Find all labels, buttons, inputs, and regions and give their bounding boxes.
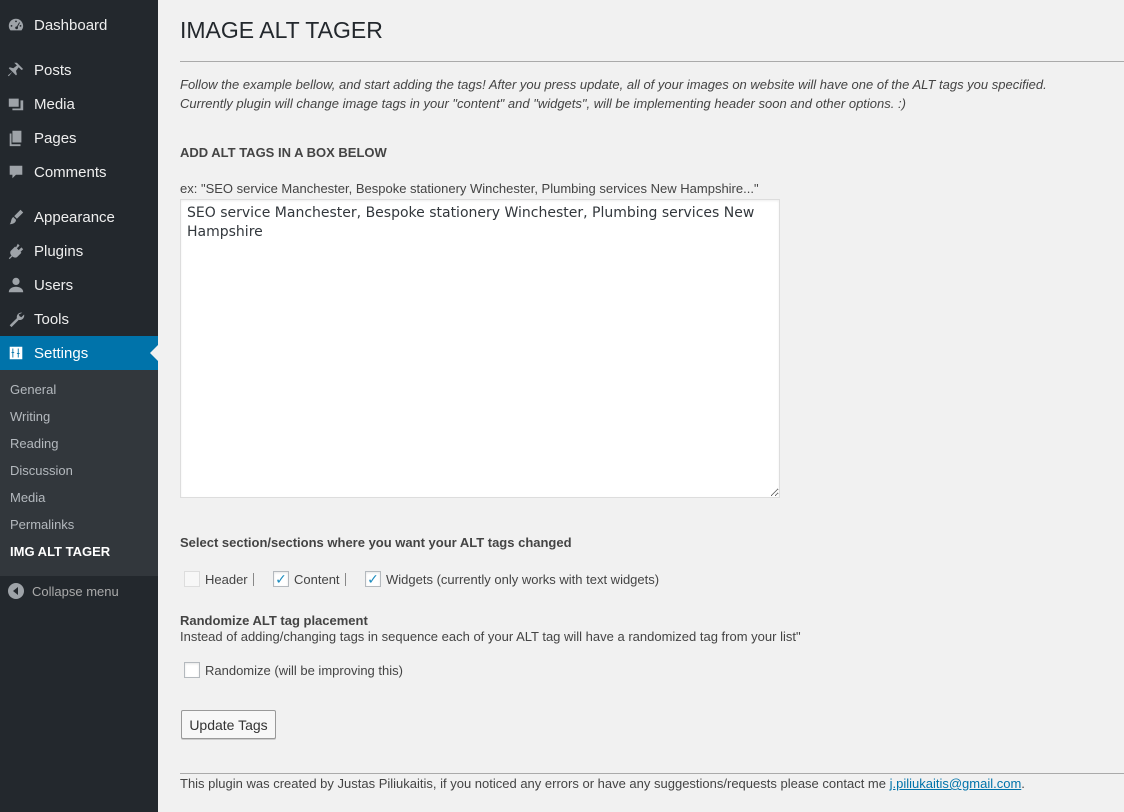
randomize-option[interactable]: Randomize (will be improving this)	[184, 662, 403, 678]
content-label: Content	[294, 571, 340, 587]
menu-label: Media	[34, 95, 75, 113]
sections-label: Select section/sections where you want y…	[180, 535, 572, 550]
randomize-label: Randomize (will be improving this)	[205, 662, 403, 678]
header-label: Header	[205, 571, 248, 587]
update-tags-button[interactable]: Update Tags	[181, 710, 276, 739]
checkmark-icon: ✓	[367, 571, 379, 587]
menu-label: Dashboard	[34, 16, 108, 34]
pin-icon	[6, 60, 26, 80]
content-option[interactable]: ✓ Content	[273, 571, 346, 587]
content-checkbox[interactable]: ✓	[273, 571, 289, 587]
example-text: ex: "SEO service Manchester, Bespoke sta…	[180, 181, 759, 196]
settings-icon	[6, 343, 26, 363]
pages-icon	[6, 128, 26, 148]
separator	[344, 572, 346, 586]
menu-label: Appearance	[34, 208, 115, 226]
collapse-menu-button[interactable]: Collapse menu	[0, 580, 158, 602]
alt-tags-textarea[interactable]: SEO service Manchester, Bespoke statione…	[180, 199, 780, 498]
menu-label: Tools	[34, 310, 70, 328]
checkmark-icon: ✓	[275, 571, 287, 587]
menu-label: Comments	[34, 163, 107, 181]
submenu-img-alt-tager[interactable]: IMG ALT TAGER	[10, 544, 110, 559]
randomize-checkbox[interactable]	[184, 662, 200, 678]
contact-email-link[interactable]: j.piliukaitis@gmail.com	[890, 776, 1022, 791]
wrench-icon	[6, 309, 26, 329]
menu-item-pages[interactable]: Pages	[0, 121, 158, 155]
comment-icon	[6, 162, 26, 182]
dashboard-icon	[6, 15, 26, 35]
menu-item-appearance[interactable]: Appearance	[0, 200, 158, 234]
collapse-label: Collapse menu	[32, 583, 119, 599]
menu-label: Plugins	[34, 242, 84, 260]
separator	[252, 572, 254, 586]
plug-icon	[6, 241, 26, 261]
footer-text: This plugin was created by Justas Piliuk…	[180, 776, 890, 791]
page-title: IMAGE ALT TAGER	[180, 17, 383, 43]
menu-item-posts[interactable]: Posts	[0, 53, 158, 87]
submenu-general[interactable]: General	[10, 382, 56, 397]
footer-divider	[180, 773, 1124, 774]
menu-label: Settings	[34, 344, 89, 362]
footer-end: .	[1021, 776, 1025, 791]
collapse-arrow-icon	[8, 583, 24, 599]
brush-icon	[6, 207, 26, 227]
media-icon	[6, 94, 26, 114]
submenu-media[interactable]: Media	[10, 490, 45, 505]
intro-text-line-2: Currently plugin will change image tags …	[180, 96, 906, 111]
submenu-discussion[interactable]: Discussion	[10, 463, 73, 478]
settings-submenu: General Writing Reading Discussion Media…	[0, 370, 158, 576]
menu-item-comments[interactable]: Comments	[0, 155, 158, 189]
title-divider	[180, 61, 1124, 62]
widgets-option[interactable]: ✓ Widgets (currently only works with tex…	[365, 571, 659, 587]
widgets-label: Widgets (currently only works with text …	[386, 571, 660, 587]
admin-sidebar: Dashboard Posts Media Pages Comments App…	[0, 0, 158, 812]
header-option[interactable]: Header	[184, 571, 254, 587]
menu-label: Posts	[34, 61, 72, 79]
submenu-reading[interactable]: Reading	[10, 436, 58, 451]
submenu-writing[interactable]: Writing	[10, 409, 50, 424]
widgets-checkbox[interactable]: ✓	[365, 571, 381, 587]
randomize-heading: Randomize ALT tag placement	[180, 613, 368, 628]
submenu-permalinks[interactable]: Permalinks	[10, 517, 74, 532]
user-icon	[6, 275, 26, 295]
header-checkbox[interactable]	[184, 571, 200, 587]
intro-text-line-1: Follow the example bellow, and start add…	[180, 77, 1047, 92]
menu-item-media[interactable]: Media	[0, 87, 158, 121]
menu-item-tools[interactable]: Tools	[0, 302, 158, 336]
menu-label: Users	[34, 276, 74, 294]
menu-item-plugins[interactable]: Plugins	[0, 234, 158, 268]
menu-item-dashboard[interactable]: Dashboard	[0, 8, 158, 42]
menu-label: Pages	[34, 129, 77, 147]
randomize-description: Instead of adding/changing tags in seque…	[180, 629, 801, 644]
section-heading: ADD ALT TAGS IN A BOX BELOW	[180, 145, 387, 160]
footer-credit: This plugin was created by Justas Piliuk…	[180, 776, 1025, 791]
menu-item-users[interactable]: Users	[0, 268, 158, 302]
menu-item-settings[interactable]: Settings	[0, 336, 158, 370]
